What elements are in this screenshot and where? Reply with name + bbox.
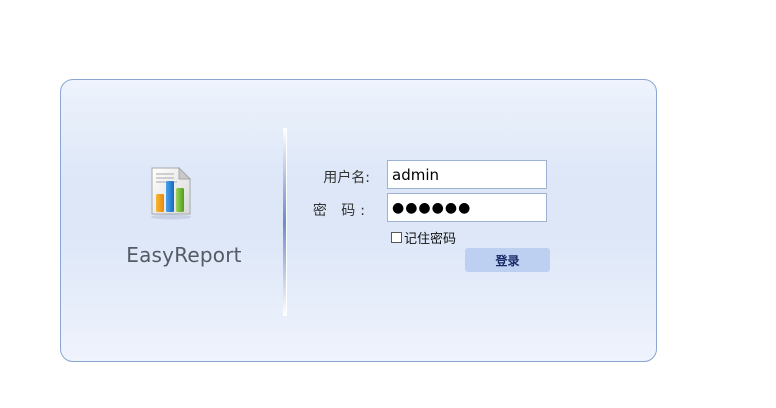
username-label: 用户名: <box>323 170 370 186</box>
login-page: EasyReport 用户名: 密 码: 记住密码 登录 <box>0 0 776 408</box>
remember-password[interactable]: 记住密码 <box>391 228 457 247</box>
password-label: 密 码: <box>312 203 370 219</box>
report-chart-icon <box>151 166 192 220</box>
password-input[interactable] <box>387 193 547 222</box>
login-form: 用户名: 密 码: 记住密码 登录 <box>283 80 658 361</box>
logo-area: EasyReport <box>61 80 283 361</box>
username-input[interactable] <box>387 160 547 189</box>
login-panel: EasyReport 用户名: 密 码: 记住密码 登录 <box>60 79 657 362</box>
login-button[interactable]: 登录 <box>465 248 550 272</box>
remember-password-checkbox[interactable] <box>391 231 402 243</box>
app-name: EasyReport <box>126 243 242 267</box>
remember-password-label: 记住密码 <box>404 231 457 247</box>
